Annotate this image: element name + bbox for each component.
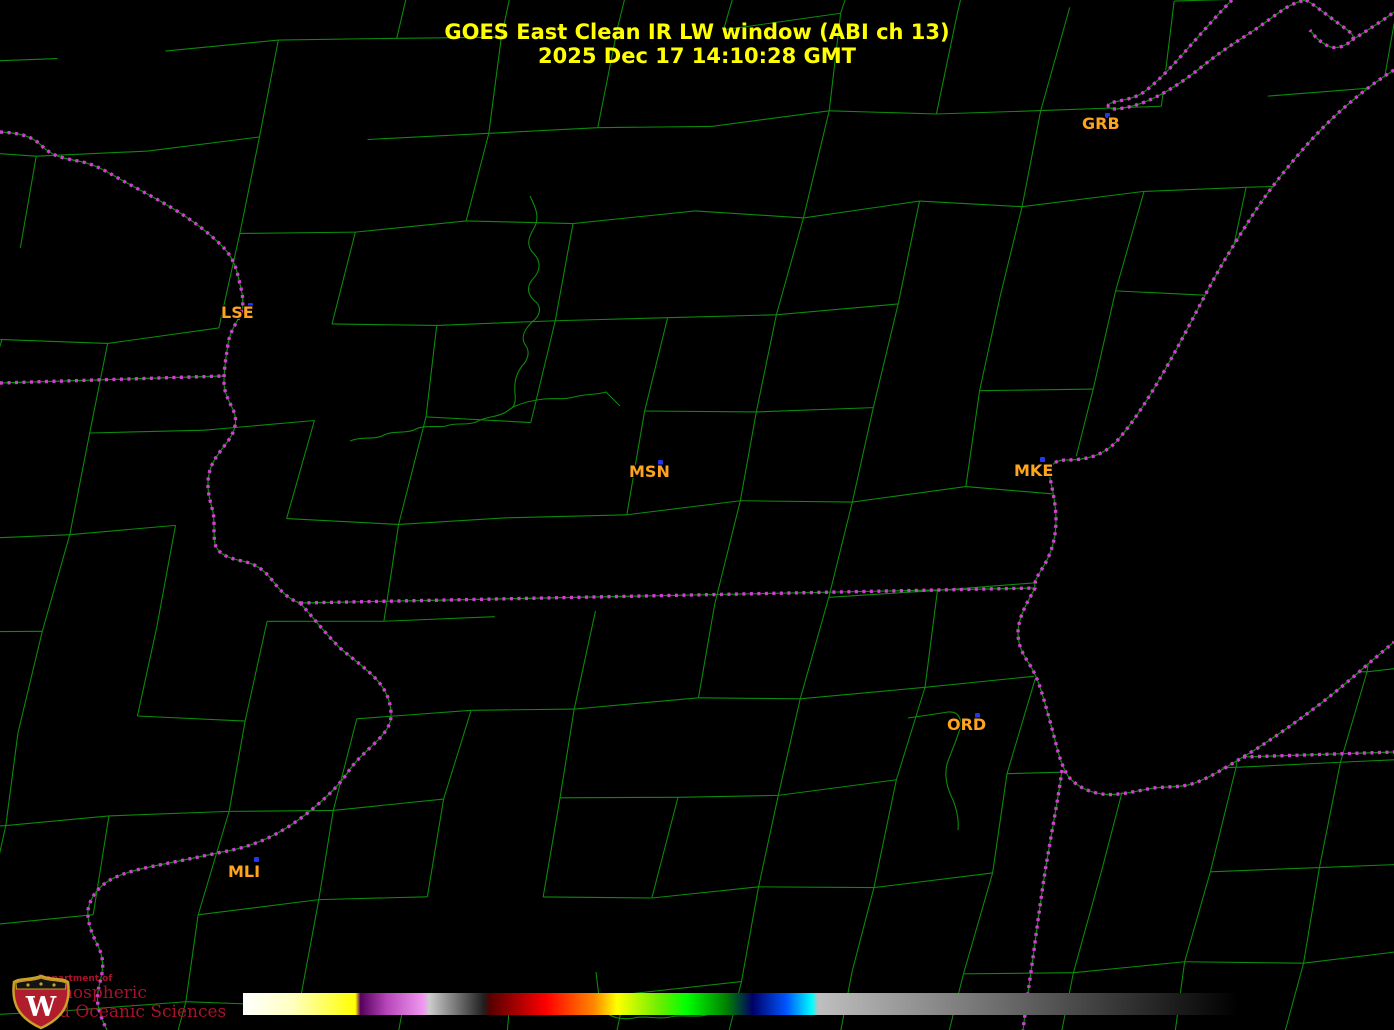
river-lines-layer [350,196,961,1019]
crest-letter: W [25,992,57,1023]
station-label-mke: MKE [1014,463,1053,479]
station-label-ord: ORD [947,717,986,733]
crest-mark [39,982,42,985]
satellite-image-viewer: GOES East Clean IR LW window (ABI ch 13)… [0,0,1394,1030]
station-label-msn: MSN [629,464,670,480]
station-label-mli: MLI [228,864,260,880]
map-canvas [0,0,1394,1030]
image-title: GOES East Clean IR LW window (ABI ch 13)… [444,20,949,68]
lake-michigan-mask [1019,70,1394,794]
title-line2: 2025 Dec 17 14:10:28 GMT [444,44,949,68]
station-label-grb: GRB [1082,116,1120,132]
aos-logo: W Department of Atmospheric and Oceanic … [6,974,226,1022]
temperature-colorbar [243,993,1238,1015]
title-line1: GOES East Clean IR LW window (ABI ch 13) [444,20,949,44]
station-label-lse: LSE [221,305,254,321]
uw-crest-icon: W [6,974,76,1030]
crest-mark [26,983,29,986]
green-bay-mask [1111,0,1306,109]
crest-mark [52,983,55,986]
